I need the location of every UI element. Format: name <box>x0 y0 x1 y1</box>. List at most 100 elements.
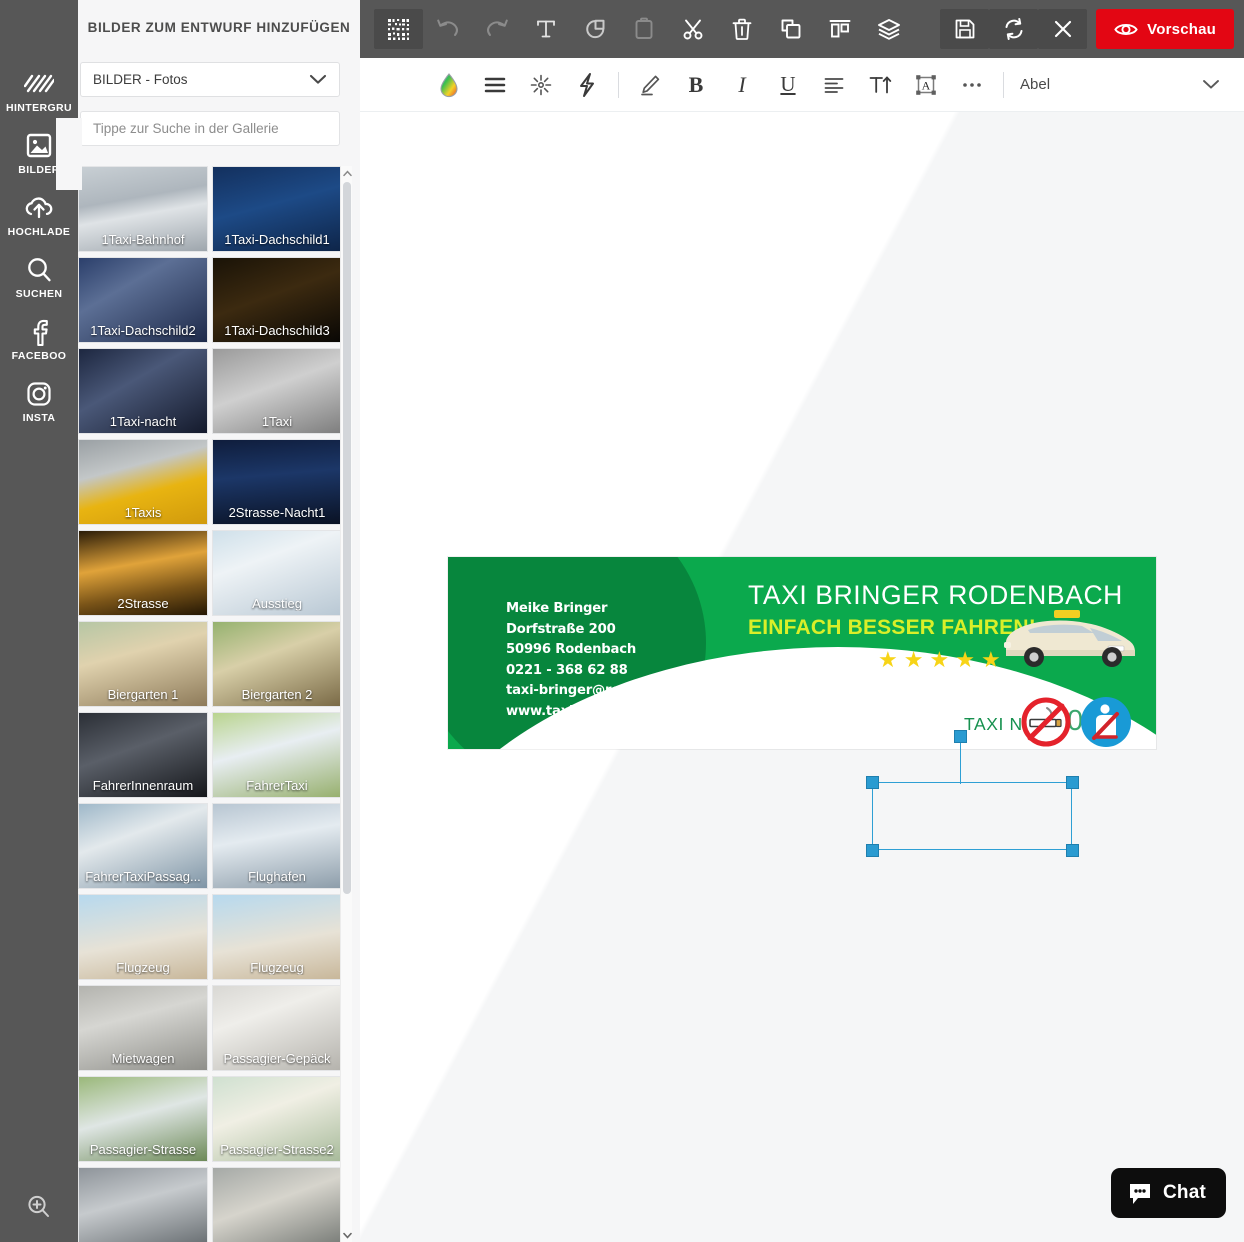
gallery-thumbnail[interactable]: 1Taxi-Dachschild1 <box>212 166 342 252</box>
align-text-button[interactable] <box>811 66 857 104</box>
gallery-thumbnail[interactable]: FahrerInnenraum <box>78 712 208 798</box>
contact-line: Dorfstraße 200 <box>506 621 616 637</box>
gallery-thumbnail[interactable]: 2Strasse-Nacht1 <box>212 439 342 525</box>
gallery-thumbnail[interactable]: Biergarten 2 <box>212 621 342 707</box>
sync-button[interactable] <box>989 9 1039 49</box>
paste-button[interactable] <box>619 9 668 49</box>
thumbnail-label: 1Taxi <box>261 414 293 429</box>
gallery-thumbnail[interactable]: 1Taxi <box>212 348 342 434</box>
gallery-thumbnail[interactable] <box>78 1167 208 1242</box>
gallery-search-input[interactable] <box>80 111 340 146</box>
color-picker-button[interactable] <box>426 66 472 104</box>
sidebar-item-instagram[interactable]: INSTA <box>0 370 78 432</box>
thumbnail-label: Mietwagen <box>111 1051 175 1066</box>
design-contact-text[interactable]: Meike Bringer Dorfstraße 200 50996 Roden… <box>506 599 738 723</box>
sidebar-item-bilder[interactable]: BILDER <box>0 122 78 184</box>
align-left-icon <box>824 77 844 93</box>
sidebar-item-label: SUCHEN <box>15 287 63 300</box>
gallery-thumbnail[interactable]: 1Taxi-nacht <box>78 348 208 434</box>
text-frame-button[interactable]: A <box>903 66 949 104</box>
gallery-thumbnail[interactable]: Passagier-Gepäck <box>212 985 342 1071</box>
line-height-button[interactable] <box>472 66 518 104</box>
scrollbar-up-button[interactable] <box>341 166 353 180</box>
scrollbar-thumb[interactable] <box>343 182 351 894</box>
layers-icon <box>877 19 900 40</box>
font-size-button[interactable] <box>857 66 903 104</box>
undo-button[interactable] <box>423 9 472 49</box>
align-objects-icon <box>829 20 850 38</box>
gallery-thumbnail[interactable]: Flugzeug <box>78 894 208 980</box>
duplicate-icon <box>781 19 800 39</box>
add-text-button[interactable] <box>521 9 570 49</box>
gallery-thumbnail[interactable]: Biergarten 1 <box>78 621 208 707</box>
thumbnail-label: Flughafen <box>248 869 306 884</box>
cut-button[interactable] <box>668 9 717 49</box>
qr-code-button[interactable] <box>374 9 423 49</box>
selection-handle-top-left[interactable] <box>866 776 879 789</box>
effects-button[interactable] <box>564 66 610 104</box>
gallery-thumbnail[interactable]: 1Taxi-Bahnhof <box>78 166 208 252</box>
thumbnail-label: Flugzeug <box>250 960 304 975</box>
duplicate-button[interactable] <box>766 9 815 49</box>
selection-handle-top-right[interactable] <box>1066 776 1079 789</box>
align-objects-button[interactable] <box>815 9 864 49</box>
contact-line: www.taxi-bringer-rodenbach.de <box>506 703 738 719</box>
selection-bounding-box[interactable] <box>872 782 1072 850</box>
canvas-area[interactable]: Meike Bringer Dorfstraße 200 50996 Roden… <box>360 112 1244 1242</box>
thumbnail-label: Flugzeug <box>116 960 170 975</box>
gallery-thumbnail[interactable]: Passagier-Strasse2 <box>212 1076 342 1162</box>
close-button[interactable] <box>1038 9 1088 49</box>
gallery-thumbnail[interactable]: 1Taxis <box>78 439 208 525</box>
selection-handle-bottom-right[interactable] <box>1066 844 1079 857</box>
sparkle-icon <box>530 74 552 95</box>
gallery-thumbnail[interactable]: Passagier-Strasse <box>78 1076 208 1162</box>
bold-button[interactable]: B <box>673 66 719 104</box>
brightness-button[interactable] <box>518 66 564 104</box>
gallery-thumbnail[interactable]: FahrerTaxiPassag... <box>78 803 208 889</box>
lightning-icon <box>580 72 594 97</box>
more-options-button[interactable] <box>949 66 995 104</box>
gallery-thumbnail[interactable]: Flugzeug <box>212 894 342 980</box>
gallery-thumbnail[interactable]: Ausstieg <box>212 530 342 616</box>
gallery-thumbnail[interactable]: 1Taxi-Dachschild2 <box>78 257 208 343</box>
italic-button[interactable]: I <box>719 66 765 104</box>
gallery-scrollbar[interactable] <box>340 166 352 1242</box>
thumbnail-label: Biergarten 1 <box>107 687 179 702</box>
thumbnail-label: FahrerTaxiPassag... <box>85 869 201 884</box>
contact-line: 0221 - 368 62 88 <box>506 662 628 678</box>
selection-handle-bottom-left[interactable] <box>866 844 879 857</box>
redo-button[interactable] <box>472 9 521 49</box>
color-drop-icon <box>440 72 458 97</box>
font-family-select[interactable]: Abel <box>1012 66 1232 104</box>
sidebar-item-hochladen[interactable]: HOCHLADE <box>0 184 78 246</box>
thumbnail-scroll-area[interactable]: 1Taxi-Bahnhof 1Taxi-Dachschild1 1Taxi-Dach… <box>78 166 342 1242</box>
sidebar-item-hintergrund[interactable]: HINTERGRU <box>0 60 78 122</box>
zoom-in-button[interactable] <box>0 1182 78 1232</box>
images-panel: BILDER ZUM ENTWURF HINZUFÜGEN BILDER - F… <box>60 0 360 1242</box>
gallery-thumbnail[interactable] <box>212 1167 342 1242</box>
design-artboard[interactable]: Meike Bringer Dorfstraße 200 50996 Roden… <box>448 557 1156 749</box>
thumbnail-label: 1Taxis <box>124 505 162 520</box>
thumbnail-label: 1Taxi-Bahnhof <box>101 232 185 247</box>
copy-shape-button[interactable] <box>570 9 619 49</box>
gallery-thumbnail[interactable]: FahrerTaxi <box>212 712 342 798</box>
underline-button[interactable]: U <box>765 66 811 104</box>
chat-button[interactable]: Chat <box>1110 1168 1226 1218</box>
preview-button[interactable]: Vorschau <box>1096 9 1234 49</box>
sidebar-item-suchen[interactable]: SUCHEN <box>0 246 78 308</box>
gallery-thumbnail[interactable]: Mietwagen <box>78 985 208 1071</box>
thumbnail-label: 2Strasse-Nacht1 <box>228 505 326 520</box>
pen-edit-button[interactable] <box>627 66 673 104</box>
sidebar-item-facebook[interactable]: FACEBOO <box>0 308 78 370</box>
layers-button[interactable] <box>864 9 913 49</box>
delete-button[interactable] <box>717 9 766 49</box>
gallery-thumbnail[interactable]: 2Strasse <box>78 530 208 616</box>
design-subtitle[interactable]: EINFACH BESSER FAHREN! <box>748 616 1036 640</box>
image-category-select[interactable]: BILDER - Fotos <box>80 62 340 97</box>
gallery-thumbnail[interactable]: 1Taxi-Dachschild3 <box>212 257 342 343</box>
save-button[interactable] <box>940 9 990 49</box>
selection-handle-rotate[interactable] <box>954 730 967 743</box>
scrollbar-down-button[interactable] <box>341 1228 353 1242</box>
design-title[interactable]: TAXI BRINGER RODENBACH <box>748 580 1123 611</box>
gallery-thumbnail[interactable]: Flughafen <box>212 803 342 889</box>
